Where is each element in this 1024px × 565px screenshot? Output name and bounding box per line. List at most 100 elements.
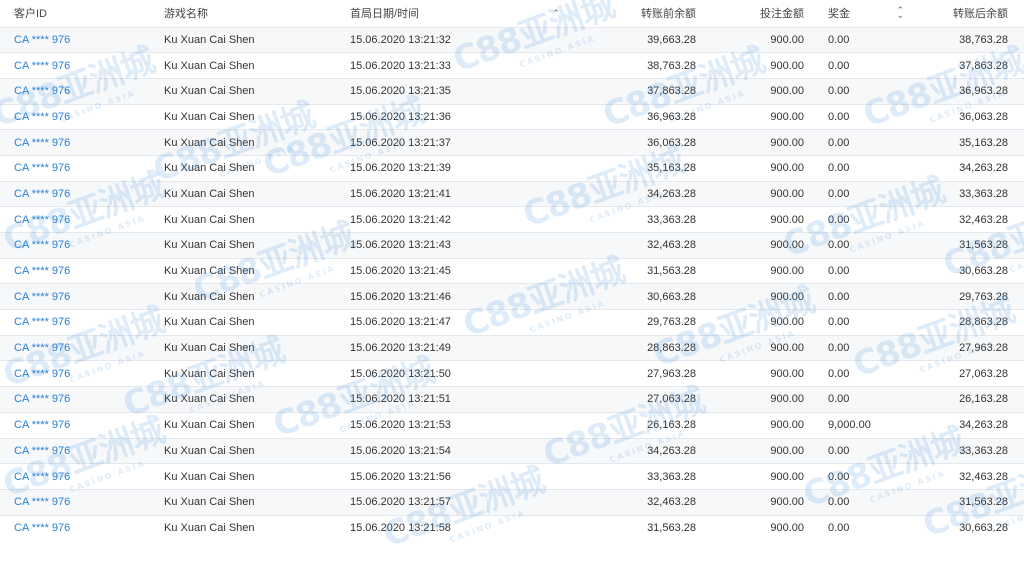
customer-id-link[interactable]: CA **** 976: [14, 60, 70, 72]
bet-amount-cell: 900.00: [770, 59, 804, 72]
bet-amount-cell: 900.00: [770, 239, 804, 252]
bet-amount-cell: 900.00: [770, 187, 804, 200]
game-name-cell: Ku Xuan Cai Shen: [164, 342, 255, 355]
balance-before-cell: 32,463.28: [647, 239, 696, 252]
table-row: CA **** 976 Ku Xuan Cai Shen 15.06.2020 13…: [0, 309, 1024, 336]
balance-before-cell: 33,363.28: [647, 213, 696, 226]
table-row: CA **** 976 Ku Xuan Cai Shen 15.06.2020 13…: [0, 52, 1024, 79]
customer-id-link[interactable]: CA **** 976: [14, 419, 70, 431]
bet-amount-cell: 900.00: [770, 496, 804, 509]
datetime-cell: 15.06.2020 13:21:54: [350, 444, 451, 457]
game-name-cell: Ku Xuan Cai Shen: [164, 444, 255, 457]
column-header-balance-before[interactable]: 转账前余额: [604, 0, 700, 27]
table-row: CA **** 976 Ku Xuan Cai Shen 15.06.2020 13…: [0, 232, 1024, 259]
customer-id-cell: CA **** 976: [0, 515, 152, 541]
customer-id-link[interactable]: CA **** 976: [14, 111, 70, 123]
balance-after-cell: 32,463.28: [959, 213, 1008, 226]
datetime-cell: 15.06.2020 13:21:39: [350, 162, 451, 175]
prize-cell: 0.00: [828, 162, 850, 175]
datetime-cell: 15.06.2020 13:21:58: [350, 522, 451, 535]
table-row: CA **** 976 Ku Xuan Cai Shen 15.06.2020 13…: [0, 412, 1024, 438]
customer-id-cell: CA **** 976: [0, 104, 152, 130]
customer-id-link[interactable]: CA **** 976: [14, 291, 70, 303]
balance-before-cell: 34,263.28: [647, 444, 696, 457]
datetime-cell: 15.06.2020 13:21:35: [350, 85, 451, 98]
sort-toggle-icon[interactable]: ⌃ ⌄: [896, 6, 904, 20]
datetime-cell: 15.06.2020 13:21:53: [350, 419, 451, 432]
datetime-cell: 15.06.2020 13:21:50: [350, 367, 451, 380]
customer-id-cell: CA **** 976: [0, 284, 152, 310]
datetime-cell: 15.06.2020 13:21:57: [350, 496, 451, 509]
sort-ascending-icon[interactable]: ⌃: [552, 8, 560, 19]
customer-id-cell: CA **** 976: [0, 438, 152, 464]
customer-id-link[interactable]: CA **** 976: [14, 522, 70, 534]
game-name-cell: Ku Xuan Cai Shen: [164, 85, 255, 98]
game-name-cell: Ku Xuan Cai Shen: [164, 239, 255, 252]
balance-after-cell: 32,463.28: [959, 470, 1008, 483]
customer-id-link[interactable]: CA **** 976: [14, 137, 70, 149]
balance-before-cell: 31,563.28: [647, 522, 696, 535]
table-row: CA **** 976 Ku Xuan Cai Shen 15.06.2020 13…: [0, 386, 1024, 413]
balance-after-cell: 35,163.28: [959, 136, 1008, 149]
balance-after-cell: 27,063.28: [959, 367, 1008, 380]
customer-id-link[interactable]: CA **** 976: [14, 471, 70, 483]
game-name-cell: Ku Xuan Cai Shen: [164, 316, 255, 329]
customer-id-link[interactable]: CA **** 976: [14, 342, 70, 354]
customer-id-link[interactable]: CA **** 976: [14, 162, 70, 174]
column-header-game-name[interactable]: 游戏名称: [152, 0, 342, 27]
customer-id-link[interactable]: CA **** 976: [14, 316, 70, 328]
customer-id-link[interactable]: CA **** 976: [14, 496, 70, 508]
balance-after-cell: 31,563.28: [959, 496, 1008, 509]
bet-amount-cell: 900.00: [770, 85, 804, 98]
column-header-bet-amount[interactable]: 投注金额: [700, 0, 808, 27]
customer-id-link[interactable]: CA **** 976: [14, 188, 70, 200]
customer-id-cell: CA **** 976: [0, 181, 152, 207]
datetime-cell: 15.06.2020 13:21:51: [350, 393, 451, 406]
customer-id-link[interactable]: CA **** 976: [14, 214, 70, 226]
table-row: CA **** 976 Ku Xuan Cai Shen 15.06.2020 13…: [0, 27, 1024, 53]
column-header-first-round-datetime[interactable]: 首局日期/时间 ⌃: [342, 0, 604, 27]
column-header-prize[interactable]: 奖金 ⌃ ⌄: [808, 0, 922, 27]
datetime-cell: 15.06.2020 13:21:36: [350, 110, 451, 123]
customer-id-link[interactable]: CA **** 976: [14, 368, 70, 380]
bet-amount-cell: 900.00: [770, 162, 804, 175]
customer-id-cell: CA **** 976: [0, 27, 152, 53]
customer-id-link[interactable]: CA **** 976: [14, 445, 70, 457]
bet-amount-cell: 900.00: [770, 393, 804, 406]
customer-id-link[interactable]: CA **** 976: [14, 239, 70, 251]
transaction-table: 客户ID 游戏名称 首局日期/时间 ⌃ 转账前余额 投注金额 奖金 ⌃ ⌄ 转账后…: [0, 0, 1024, 541]
customer-id-cell: CA **** 976: [0, 335, 152, 361]
datetime-cell: 15.06.2020 13:21:47: [350, 316, 451, 329]
customer-id-cell: CA **** 976: [0, 53, 152, 79]
customer-id-link[interactable]: CA **** 976: [14, 34, 70, 46]
table-row: CA **** 976 Ku Xuan Cai Shen 15.06.2020 13…: [0, 181, 1024, 207]
game-name-cell: Ku Xuan Cai Shen: [164, 162, 255, 175]
table-row: CA **** 976 Ku Xuan Cai Shen 15.06.2020 13…: [0, 206, 1024, 233]
datetime-cell: 15.06.2020 13:21:41: [350, 187, 451, 200]
customer-id-link[interactable]: CA **** 976: [14, 85, 70, 97]
prize-cell: 0.00: [828, 496, 850, 509]
customer-id-cell: CA **** 976: [0, 387, 152, 413]
customer-id-cell: CA **** 976: [0, 310, 152, 336]
game-name-cell: Ku Xuan Cai Shen: [164, 59, 255, 72]
bet-amount-cell: 900.00: [770, 342, 804, 355]
customer-id-cell: CA **** 976: [0, 78, 152, 104]
bet-amount-cell: 900.00: [770, 290, 804, 303]
balance-before-cell: 35,163.28: [647, 162, 696, 175]
customer-id-cell: CA **** 976: [0, 464, 152, 490]
balance-before-cell: 37,863.28: [647, 85, 696, 98]
bet-amount-cell: 900.00: [770, 265, 804, 278]
game-name-cell: Ku Xuan Cai Shen: [164, 496, 255, 509]
column-header-customer-id[interactable]: 客户ID: [0, 0, 152, 27]
prize-cell: 0.00: [828, 187, 850, 200]
column-header-balance-after[interactable]: 转账后余额: [922, 0, 1024, 27]
customer-id-link[interactable]: CA **** 976: [14, 265, 70, 277]
customer-id-link[interactable]: CA **** 976: [14, 393, 70, 405]
prize-cell: 0.00: [828, 393, 850, 406]
bet-amount-cell: 900.00: [770, 213, 804, 226]
prize-cell: 0.00: [828, 367, 850, 380]
bet-amount-cell: 900.00: [770, 419, 804, 432]
table-row: CA **** 976 Ku Xuan Cai Shen 15.06.2020 13…: [0, 258, 1024, 284]
prize-cell: 0.00: [828, 213, 850, 226]
prize-cell: 0.00: [828, 316, 850, 329]
